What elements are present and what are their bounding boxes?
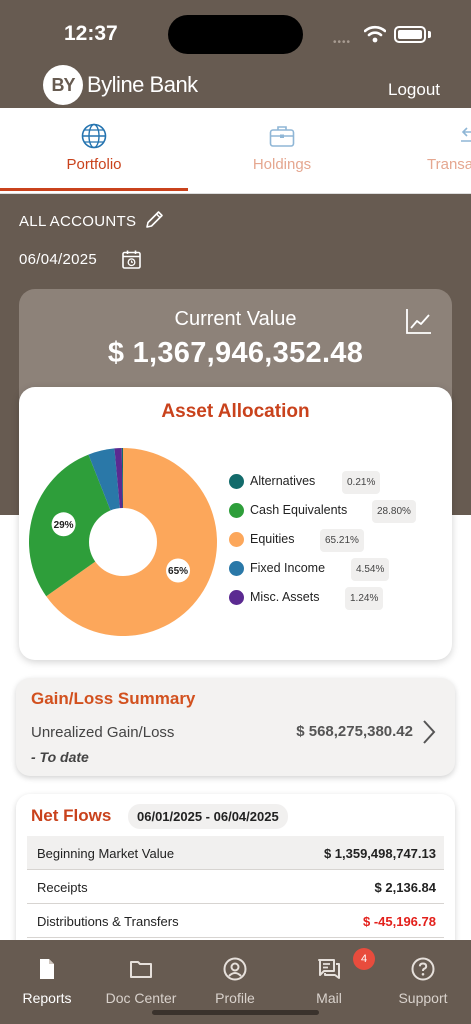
- legend-percent: 0.21%: [342, 471, 381, 494]
- legend-swatch: [229, 532, 244, 547]
- gain-loss-title: Gain/Loss Summary: [31, 689, 196, 708]
- gain-loss-period: - To date: [31, 749, 89, 765]
- asset-allocation-card: Asset Allocation 29% 65% Alternatives 0.2…: [19, 387, 452, 660]
- mail-unread-badge: 4: [353, 948, 375, 970]
- nav-label: Doc Center: [105, 990, 177, 1006]
- slice-label-cash-equivalents: 29%: [51, 512, 76, 537]
- nav-label: Support: [398, 990, 448, 1006]
- row-label: Distributions & Transfers: [37, 914, 179, 929]
- net-flows-date-range: 06/01/2025 - 06/04/2025: [128, 804, 288, 829]
- current-value-title: Current Value: [174, 308, 297, 330]
- svg-text:65%: 65%: [168, 566, 188, 577]
- logout-button[interactable]: Logout: [388, 80, 440, 100]
- section-tabs: Portfolio Holdings Transa: [0, 108, 471, 194]
- tab-transactions[interactable]: Transa: [427, 108, 471, 193]
- line-chart-icon[interactable]: [405, 307, 433, 335]
- legend-swatch: [229, 561, 244, 576]
- nav-label: Reports: [22, 990, 72, 1006]
- active-tab-underline: [0, 188, 188, 191]
- battery-icon: [394, 26, 426, 43]
- legend-percent: 4.54%: [351, 558, 390, 581]
- legend-item-misc-assets: Misc. Assets 1.24%: [229, 587, 444, 616]
- pencil-icon[interactable]: [144, 210, 164, 230]
- net-flows-title: Net Flows: [31, 806, 112, 825]
- row-label: Receipts: [37, 880, 88, 895]
- asset-allocation-title: Asset Allocation: [161, 401, 310, 422]
- legend-item-alternatives: Alternatives 0.21%: [229, 471, 444, 500]
- tab-label: Portfolio: [66, 156, 122, 173]
- legend-percent: 1.24%: [345, 587, 384, 610]
- legend-label: Cash Equivalents: [250, 503, 348, 517]
- current-value-amount: $ 1,367,946,352.48: [107, 337, 364, 369]
- status-bar: 12:37 ••••: [0, 0, 471, 60]
- mail-icon: [318, 959, 340, 979]
- brand-name: Byline Bank: [87, 72, 198, 97]
- legend-swatch: [229, 474, 244, 489]
- net-flows-card: Net Flows 06/01/2025 - 06/04/2025 Beginn…: [16, 794, 455, 954]
- legend-item-equities: Equities 65.21%: [229, 529, 444, 558]
- row-value: $ 1,359,498,747.13: [323, 846, 436, 861]
- row-label: Beginning Market Value: [37, 846, 175, 861]
- slice-label-equities: 65%: [166, 558, 191, 583]
- nav-reports[interactable]: Reports: [0, 940, 94, 1024]
- legend-percent: 65.21%: [320, 529, 364, 552]
- unrealized-gain-loss-label: Unrealized Gain/Loss: [31, 724, 175, 741]
- home-indicator: [152, 1010, 319, 1015]
- nav-label: Profile: [215, 990, 255, 1006]
- legend-label: Fixed Income: [250, 561, 326, 575]
- globe-icon: [81, 123, 107, 149]
- calendar-icon[interactable]: [121, 249, 142, 270]
- wifi-icon: [364, 25, 386, 43]
- tab-holdings[interactable]: Holdings: [188, 108, 376, 193]
- table-row: Distributions & Transfers $ -45,196.78: [27, 904, 444, 938]
- svg-text:29%: 29%: [54, 520, 74, 531]
- legend-item-fixed-income: Fixed Income 4.54%: [229, 558, 444, 587]
- tab-portfolio[interactable]: Portfolio: [0, 108, 188, 193]
- net-flows-table: Beginning Market Value $ 1,359,498,747.1…: [27, 836, 444, 938]
- row-value: $ 2,136.84: [374, 880, 436, 895]
- chevron-right-icon[interactable]: [421, 719, 437, 745]
- cellular-signal-icon: ••••: [333, 37, 352, 48]
- dynamic-island: [168, 15, 303, 54]
- legend-percent: 28.80%: [372, 500, 416, 523]
- accounts-selector[interactable]: ALL ACCOUNTS: [19, 213, 136, 230]
- battery-tip: [428, 31, 431, 38]
- legend-label: Equities: [250, 532, 295, 546]
- gain-loss-card[interactable]: Gain/Loss Summary Unrealized Gain/Loss $…: [16, 678, 455, 776]
- unrealized-gain-loss-value: $ 568,275,380.42: [296, 723, 413, 740]
- tab-label: Holdings: [252, 156, 312, 173]
- as-of-date[interactable]: 06/04/2025: [19, 251, 97, 268]
- document-icon: [40, 959, 54, 979]
- person-icon: [223, 957, 247, 981]
- tab-label: Transa: [427, 156, 471, 173]
- legend-swatch: [229, 503, 244, 518]
- transfer-arrows-icon: [461, 127, 471, 142]
- table-row: Receipts $ 2,136.84: [27, 870, 444, 904]
- folder-icon: [130, 961, 152, 978]
- legend-label: Alternatives: [250, 474, 316, 488]
- asset-allocation-donut-chart: 29% 65%: [28, 448, 218, 636]
- briefcase-icon: [269, 126, 295, 147]
- asset-allocation-legend: Alternatives 0.21% Cash Equivalents 28.8…: [229, 471, 444, 616]
- status-time: 12:37: [64, 22, 118, 45]
- donut-hole: [89, 508, 157, 576]
- nav-label: Mail: [316, 990, 342, 1006]
- brand-logo: BY: [43, 65, 83, 105]
- legend-item-cash-equivalents: Cash Equivalents 28.80%: [229, 500, 444, 529]
- legend-label: Misc. Assets: [250, 590, 320, 604]
- row-value: $ -45,196.78: [362, 914, 436, 929]
- table-row: Beginning Market Value $ 1,359,498,747.1…: [27, 836, 444, 870]
- legend-swatch: [229, 590, 244, 605]
- nav-support[interactable]: Support: [376, 940, 470, 1024]
- help-icon: [411, 957, 435, 981]
